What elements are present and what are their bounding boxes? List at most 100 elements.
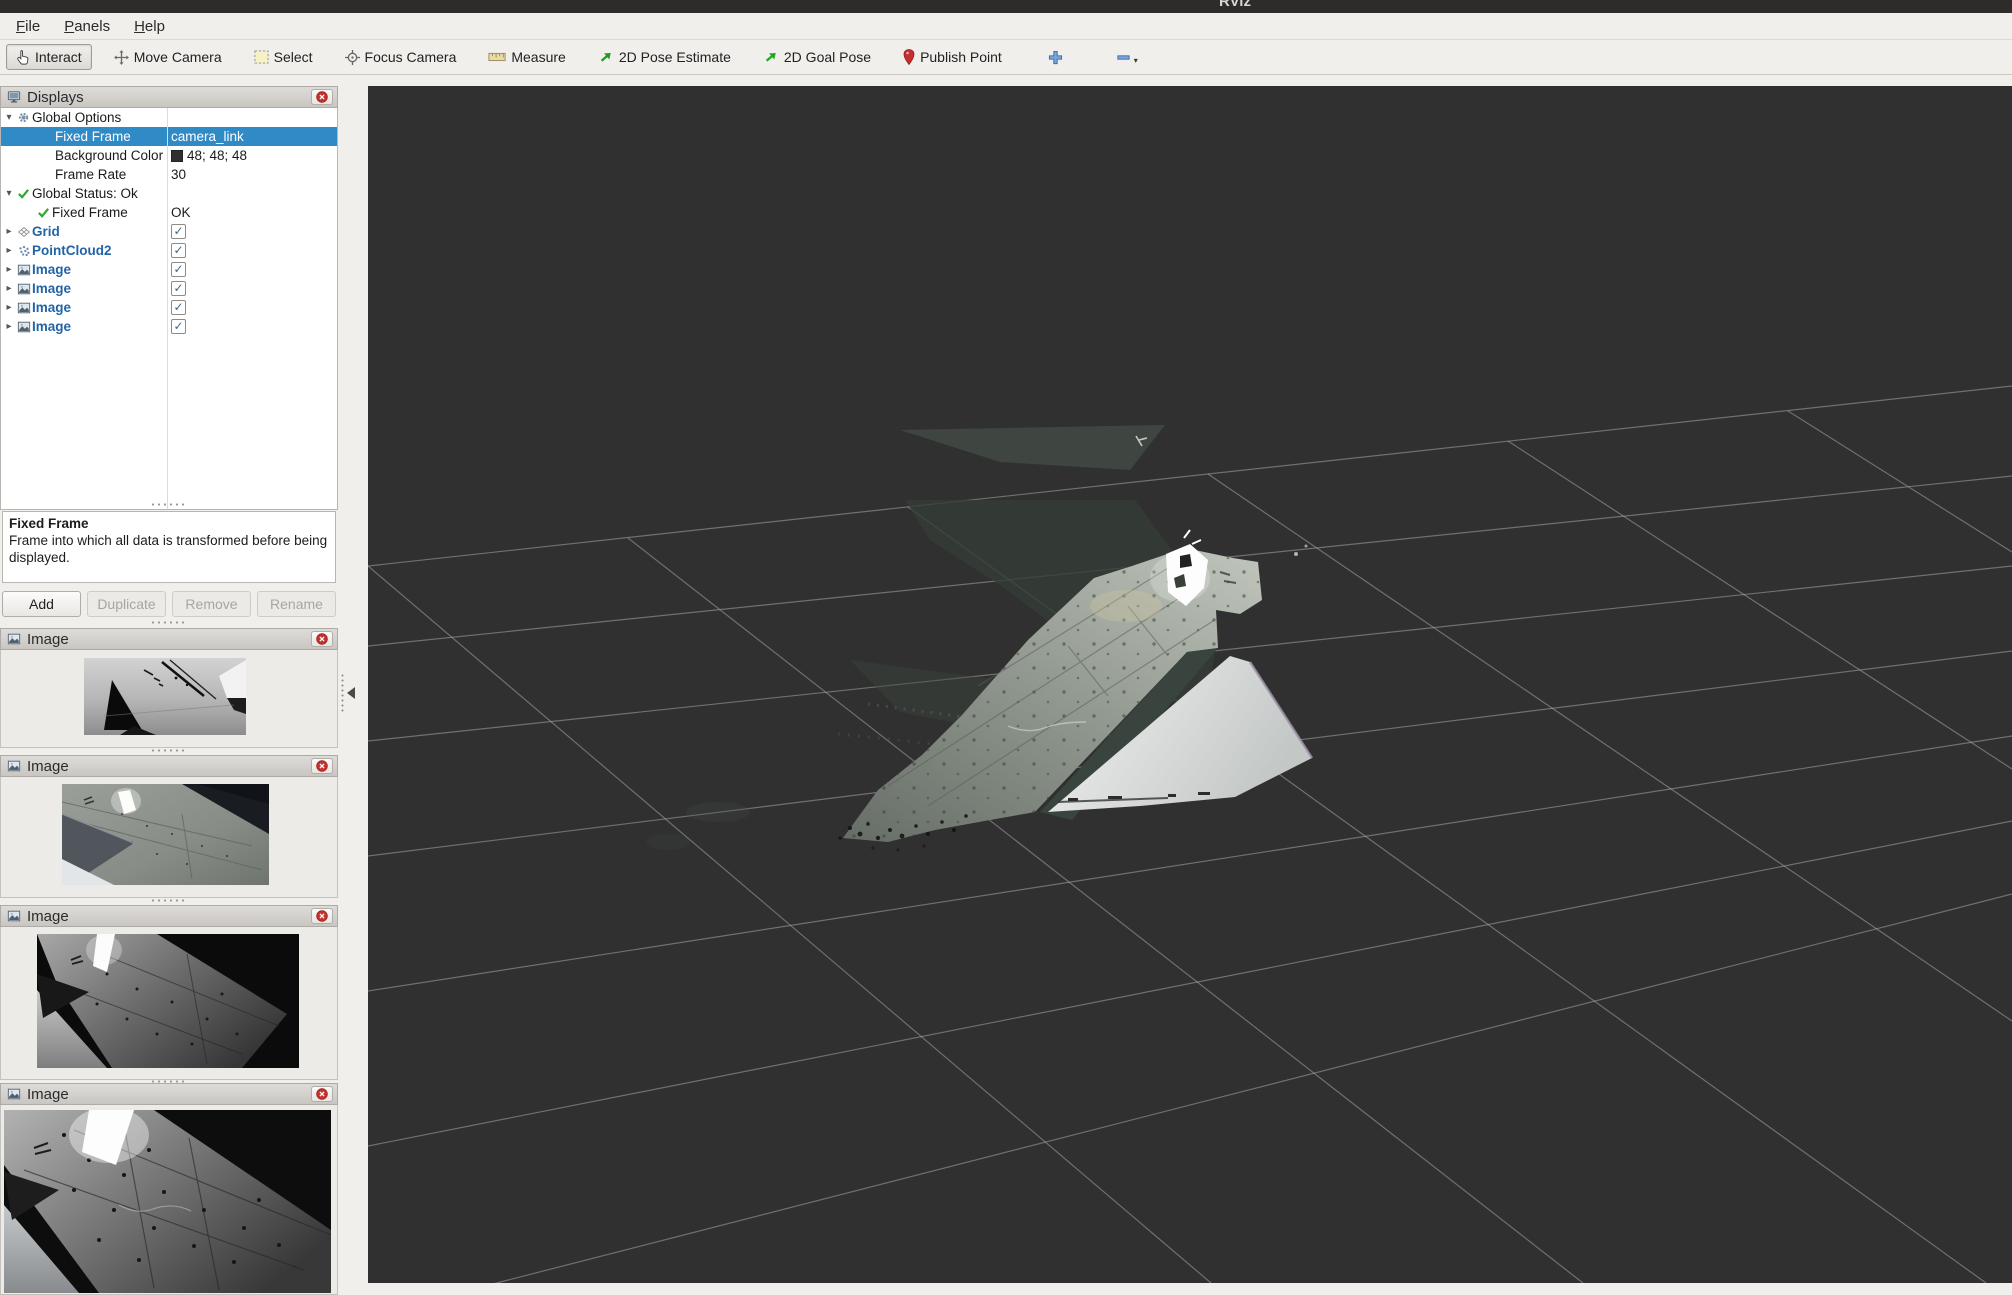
property-value[interactable]: ✓ xyxy=(167,224,337,239)
mono-image-view-large xyxy=(0,1105,338,1295)
property-label: Image xyxy=(32,319,71,334)
image-icon xyxy=(5,909,22,923)
image-icon xyxy=(15,301,32,315)
close-image-panel-button[interactable] xyxy=(311,631,333,647)
expander-icon[interactable]: ▸ xyxy=(3,302,15,313)
property-value[interactable]: ✓ xyxy=(167,281,337,296)
tree-row[interactable]: ▸Grid✓ xyxy=(1,222,337,241)
sidebar: Displays ▾Global OptionsFixed Framecamer… xyxy=(0,75,338,1295)
close-image-panel-button[interactable] xyxy=(311,1086,333,1102)
expander-icon[interactable]: ▸ xyxy=(3,226,15,237)
toolbar-button-select[interactable]: Select xyxy=(244,44,323,70)
rename-button[interactable]: Rename xyxy=(257,591,336,617)
enabled-checkbox[interactable]: ✓ xyxy=(171,243,186,258)
panel-splitter[interactable] xyxy=(150,620,188,625)
image-icon xyxy=(15,282,32,296)
property-value[interactable]: ✓ xyxy=(167,262,337,277)
close-image-panel-button[interactable] xyxy=(311,758,333,774)
property-value[interactable]: ✓ xyxy=(167,319,337,334)
image-panel-4: Image xyxy=(0,1083,338,1295)
tree-row[interactable]: ▾Global Status: Ok xyxy=(1,184,337,203)
property-value[interactable]: 48; 48; 48 xyxy=(167,148,337,163)
toolbar-button-move-camera[interactable]: Move Camera xyxy=(104,44,232,70)
tree-row[interactable]: ▸PointCloud2✓ xyxy=(1,241,337,260)
close-displays-panel-button[interactable] xyxy=(311,89,333,105)
enabled-checkbox[interactable]: ✓ xyxy=(171,262,186,277)
property-value[interactable]: ✓ xyxy=(167,243,337,258)
property-description-box: Fixed Frame Frame into which all data is… xyxy=(2,511,336,583)
property-value[interactable]: OK xyxy=(167,205,337,220)
sidebar-collapse-handle[interactable] xyxy=(341,670,363,716)
color-image-thumbnail xyxy=(62,784,269,885)
expander-icon[interactable]: ▸ xyxy=(3,264,15,275)
property-label: Frame Rate xyxy=(55,167,126,182)
image-icon xyxy=(5,1087,22,1101)
chevron-down-icon: ▾ xyxy=(1134,56,1138,65)
image-panel-title: Image xyxy=(27,908,306,925)
toolbar-button-2d-pose-estimate[interactable]: 2D Pose Estimate xyxy=(588,44,741,70)
image-panel-header[interactable]: Image xyxy=(0,628,338,650)
panel-splitter[interactable] xyxy=(150,898,188,903)
tree-row[interactable]: Frame Rate 30 xyxy=(1,165,337,184)
tree-row[interactable]: ▸Image✓ xyxy=(1,298,337,317)
enabled-checkbox[interactable]: ✓ xyxy=(171,224,186,239)
panel-splitter[interactable] xyxy=(150,748,188,753)
menubar: File Panels Help xyxy=(0,13,2012,40)
tree-row[interactable]: Fixed Framecamera_link xyxy=(1,127,337,146)
property-value[interactable]: ✓ xyxy=(167,300,337,315)
enabled-checkbox[interactable]: ✓ xyxy=(171,281,186,296)
color-image-view xyxy=(0,777,338,898)
gear-icon xyxy=(15,111,32,124)
add-button[interactable]: Add xyxy=(2,591,81,617)
tree-row[interactable]: Fixed FrameOK xyxy=(1,203,337,222)
toolbar-button-2d-goal-pose[interactable]: 2D Goal Pose xyxy=(753,44,881,70)
enabled-checkbox[interactable]: ✓ xyxy=(171,300,186,315)
displays-panel: Displays ▾Global OptionsFixed Framecamer… xyxy=(0,86,338,510)
expander-icon[interactable]: ▸ xyxy=(3,245,15,256)
3d-viewport[interactable] xyxy=(368,86,2012,1283)
menu-file[interactable]: File xyxy=(4,15,52,38)
publish-point-pin-icon xyxy=(903,49,915,65)
expander-icon[interactable]: ▸ xyxy=(3,283,15,294)
tree-row[interactable]: ▸ Image ✓ xyxy=(1,317,337,336)
remove-button[interactable]: Remove xyxy=(172,591,251,617)
expander-icon[interactable]: ▸ xyxy=(3,321,15,332)
tree-row[interactable]: ▸Image✓ xyxy=(1,260,337,279)
close-image-panel-button[interactable] xyxy=(311,908,333,924)
toolbar-button-measure[interactable]: Measure xyxy=(478,44,575,70)
expander-icon[interactable]: ▾ xyxy=(3,188,15,199)
toolbar-button-interact[interactable]: Interact xyxy=(6,44,92,70)
menu-help[interactable]: Help xyxy=(122,15,177,38)
tree-row[interactable]: Background Color 48; 48; 48 xyxy=(1,146,337,165)
menu-panels[interactable]: Panels xyxy=(52,15,122,38)
image-panel-header[interactable]: Image xyxy=(0,905,338,927)
description-body: Frame into which all data is transformed… xyxy=(9,533,329,567)
displays-panel-header[interactable]: Displays xyxy=(0,86,338,108)
image-panel-header[interactable]: Image xyxy=(0,755,338,777)
tree-row[interactable]: ▸Image✓ xyxy=(1,279,337,298)
panel-splitter[interactable] xyxy=(150,502,188,507)
goal-pose-arrow-icon xyxy=(763,49,779,65)
toolbar: Interact Move Camera Select Focus Camera… xyxy=(0,40,2012,75)
image-panel-header[interactable]: Image xyxy=(0,1083,338,1105)
image-icon xyxy=(5,759,22,773)
toolbar-button-focus-camera[interactable]: Focus Camera xyxy=(335,44,467,70)
description-title: Fixed Frame xyxy=(9,516,329,533)
toolbar-button-add-tool[interactable] xyxy=(1038,45,1078,70)
check-icon xyxy=(35,206,52,219)
tree-row[interactable]: ▾Global Options xyxy=(1,108,337,127)
property-value[interactable]: 30 xyxy=(167,167,337,182)
window-title: RViz xyxy=(1150,0,1320,10)
enabled-checkbox[interactable]: ✓ xyxy=(171,319,186,334)
toolbar-button-publish-point[interactable]: Publish Point xyxy=(893,44,1012,70)
expander-icon[interactable]: ▾ xyxy=(3,112,15,123)
property-label: Background Color xyxy=(55,148,163,163)
property-value[interactable]: camera_link xyxy=(167,129,337,144)
grid-lines xyxy=(368,386,2012,1283)
toolbar-button-remove-tool[interactable]: ▾ xyxy=(1106,45,1148,70)
value-text: OK xyxy=(171,205,191,220)
select-box-icon xyxy=(254,50,269,64)
duplicate-button[interactable]: Duplicate xyxy=(87,591,166,617)
window-titlebar: RViz xyxy=(0,0,2012,13)
tree-column-separator[interactable] xyxy=(167,108,168,509)
